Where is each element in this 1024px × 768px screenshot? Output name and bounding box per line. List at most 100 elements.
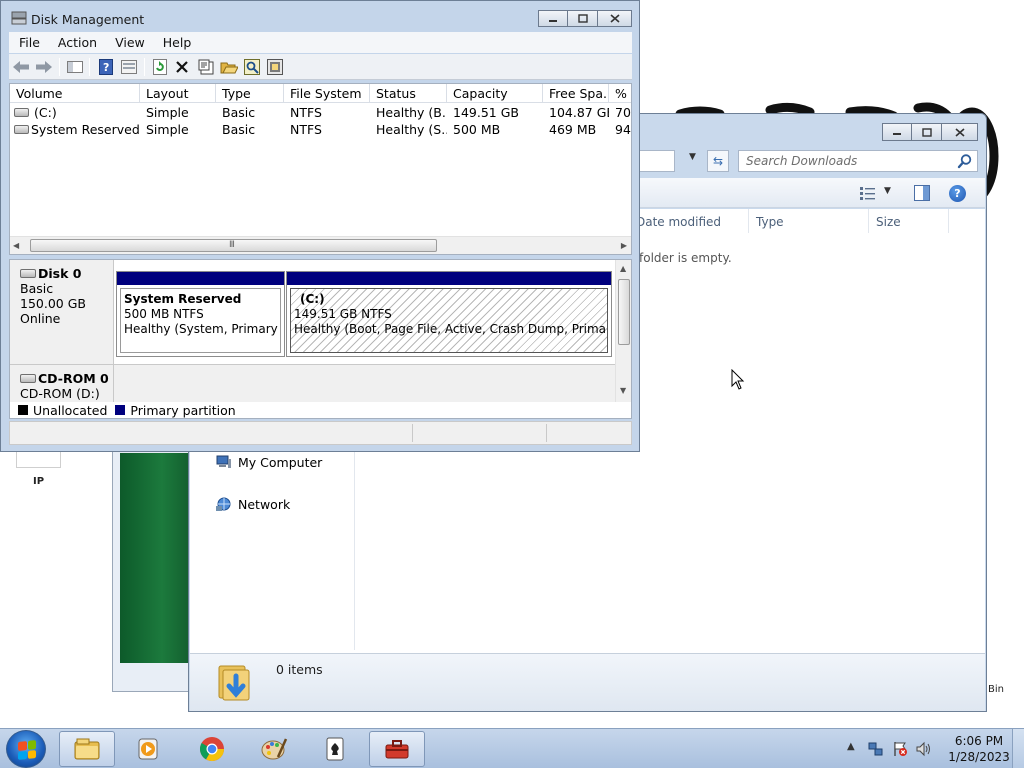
column-type[interactable]: Type	[216, 84, 284, 103]
column-status[interactable]: Status	[370, 84, 447, 103]
minimize-icon	[893, 133, 901, 135]
show-desktop-button[interactable]	[1012, 729, 1024, 768]
column-date-modified[interactable]: Date modified	[636, 215, 721, 229]
back-button[interactable]	[12, 58, 30, 76]
disk-management-window[interactable]: Disk Management File Action View Help ?	[0, 0, 640, 452]
partition-name: (C:)	[300, 292, 325, 306]
disk-0-label[interactable]: Disk 0 Basic 150.00 GB Online	[10, 260, 114, 364]
rescan-button[interactable]	[266, 58, 284, 76]
dm-caption-buttons	[538, 10, 632, 27]
change-view-icon[interactable]	[860, 186, 876, 200]
open-button[interactable]	[220, 58, 238, 76]
close-icon	[954, 127, 965, 137]
table-row[interactable]: (C:) Simple Basic NTFS Healthy (B... 149…	[10, 104, 631, 121]
scroll-left-icon[interactable]: ◀	[13, 241, 19, 250]
dm-close-button[interactable]	[598, 10, 632, 27]
cdrom-0-label[interactable]: CD-ROM 0 CD-ROM (D:)	[10, 365, 114, 402]
nav-item-my-computer[interactable]: My Computer	[216, 454, 322, 470]
taskbar-toolbox-button[interactable]	[369, 731, 425, 767]
downloads-folder-icon	[218, 665, 250, 701]
menu-view[interactable]: View	[105, 35, 153, 50]
preview-pane-icon[interactable]	[914, 185, 930, 201]
explore-button[interactable]	[243, 58, 261, 76]
view-dropdown-icon[interactable]: ▼	[884, 186, 891, 196]
scroll-right-icon[interactable]: ▶	[621, 241, 627, 250]
dm-restore-button[interactable]	[568, 10, 598, 27]
column-separator	[868, 209, 869, 233]
taskbar-paint-button[interactable]	[246, 731, 302, 767]
legend-label: Unallocated	[33, 402, 108, 418]
window-title: Disk Management	[31, 12, 145, 27]
table-row[interactable]: System Reserved Simple Basic NTFS Health…	[10, 121, 631, 138]
menu-file[interactable]: File	[9, 35, 48, 50]
back-icon	[13, 61, 29, 73]
cell-volume: System Reserved	[31, 122, 140, 137]
show-hide-console-tree-icon	[67, 61, 83, 73]
properties-button[interactable]	[197, 58, 215, 76]
forward-button[interactable]	[35, 58, 53, 76]
explorer-restore-button[interactable]	[912, 123, 942, 141]
vertical-scrollbar[interactable]: ▲ ▼	[615, 260, 631, 402]
scroll-up-icon[interactable]: ▲	[620, 264, 626, 273]
scrollbar-thumb[interactable]	[618, 279, 630, 345]
help-icon[interactable]: ?	[949, 185, 966, 202]
address-bar[interactable]	[635, 150, 675, 172]
toolbar-separator	[144, 58, 145, 76]
explorer-minimize-button[interactable]	[882, 123, 912, 141]
column-size[interactable]: Size	[876, 215, 901, 229]
taskbar: ▲ 6:06 PM 1/28/2023	[0, 728, 1024, 768]
disk-device: CD-ROM (D:)	[20, 386, 100, 401]
column-free-space[interactable]: Free Spa...	[543, 84, 609, 103]
menu-action[interactable]: Action	[48, 35, 105, 50]
disk-state: Online	[20, 311, 61, 326]
taskbar-chrome-button[interactable]	[184, 731, 240, 767]
green-image	[120, 453, 190, 663]
menu-help[interactable]: Help	[153, 35, 200, 50]
cell-type: Basic	[222, 105, 256, 120]
search-box[interactable]: Search Downloads	[738, 150, 978, 172]
taskbar-solitaire-button[interactable]	[307, 731, 363, 767]
horizontal-scrollbar[interactable]: ◀ III ▶	[10, 236, 631, 254]
dm-minimize-button[interactable]	[538, 10, 568, 27]
disk-icon	[20, 269, 36, 278]
nav-item-label: My Computer	[238, 454, 323, 470]
show-hidden-icons-arrow[interactable]: ▲	[847, 741, 855, 752]
help-button[interactable]: ?	[97, 58, 115, 76]
address-dropdown-icon[interactable]: ▼	[689, 152, 696, 162]
volume-list-header: Volume Layout Type File System Status Ca…	[10, 84, 631, 103]
status-segment	[412, 424, 413, 442]
partition-status: Healthy (Boot, Page File, Active, Crash …	[294, 322, 607, 336]
search-icon[interactable]	[957, 153, 973, 169]
delete-button[interactable]	[173, 58, 191, 76]
scroll-down-icon[interactable]: ▼	[620, 386, 626, 395]
paint-icon	[261, 738, 288, 760]
show-hide-console-tree-button[interactable]	[66, 58, 84, 76]
partition-c-drive[interactable]: (C:) 149.51 GB NTFS Healthy (Boot, Page …	[286, 271, 612, 357]
column-file-system[interactable]: File System	[284, 84, 370, 103]
navigation-pane: My Computer Network	[190, 450, 355, 650]
properties-view-button[interactable]	[120, 58, 138, 76]
taskbar-explorer-button[interactable]	[59, 731, 115, 767]
nav-item-label: Network	[238, 496, 291, 512]
nav-item-network[interactable]: Network	[216, 496, 290, 512]
network-tray-icon[interactable]	[868, 741, 884, 757]
column-percent-free[interactable]: % F	[609, 84, 631, 103]
column-type[interactable]: Type	[756, 215, 784, 229]
volume-icon[interactable]	[916, 741, 932, 757]
column-capacity[interactable]: Capacity	[447, 84, 543, 103]
action-center-icon[interactable]	[892, 741, 908, 757]
volume-list[interactable]: Volume Layout Type File System Status Ca…	[9, 83, 632, 255]
cell-type: Basic	[222, 122, 256, 137]
taskbar-media-player-button[interactable]	[120, 731, 176, 767]
column-layout[interactable]: Layout	[140, 84, 216, 103]
refresh-button[interactable]: ⇆	[707, 150, 729, 172]
refresh-button[interactable]	[151, 58, 169, 76]
start-button[interactable]	[6, 730, 46, 768]
explorer-close-button[interactable]	[942, 123, 978, 141]
clock-date[interactable]: 1/28/2023	[946, 750, 1012, 764]
column-volume[interactable]: Volume	[10, 84, 140, 103]
partition-system-reserved[interactable]: System Reserved 500 MB NTFS Healthy (Sys…	[116, 271, 285, 357]
scrollbar-thumb[interactable]: III	[30, 239, 437, 252]
open-icon	[220, 62, 238, 74]
clock-time[interactable]: 6:06 PM	[946, 734, 1012, 748]
